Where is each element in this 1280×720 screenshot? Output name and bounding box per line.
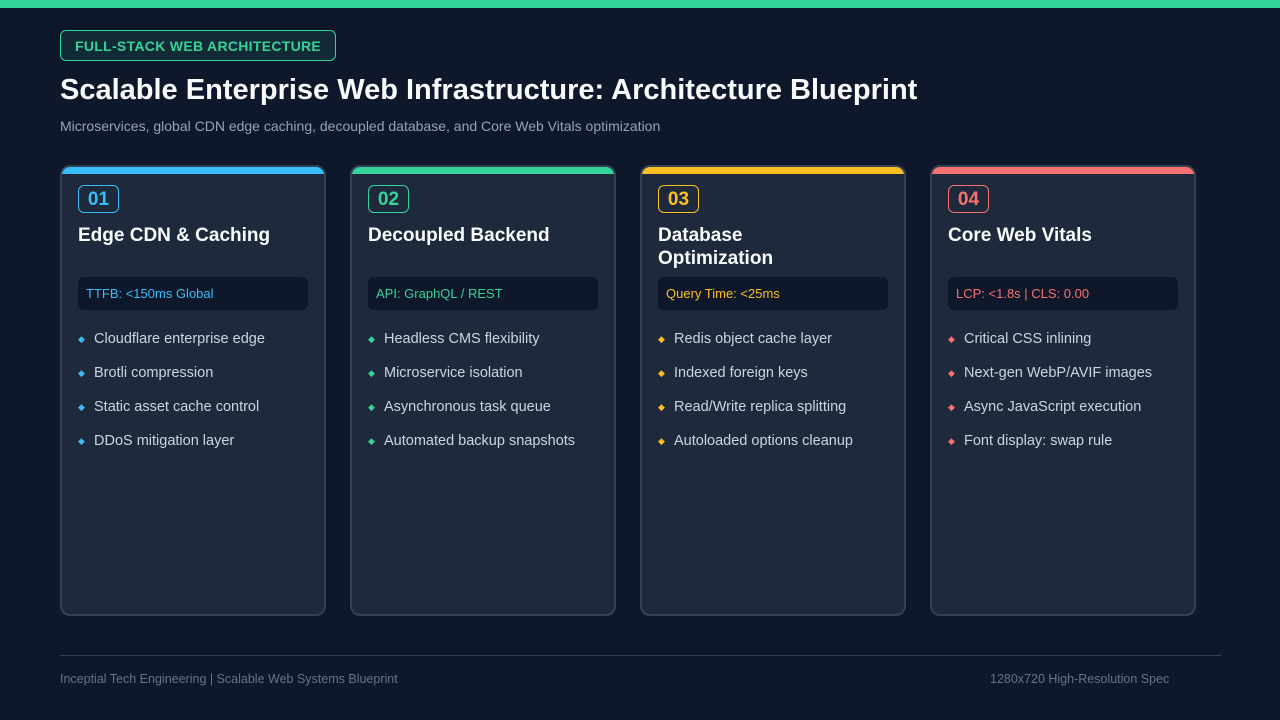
footer-divider bbox=[60, 655, 1221, 656]
card-number-badge: 02 bbox=[368, 185, 409, 213]
list-item: ◆ Headless CMS flexibility bbox=[368, 322, 575, 356]
card-feature-list: ◆ Headless CMS flexibility ◆ Microservice … bbox=[368, 322, 575, 458]
card-metric-badge: API: GraphQL / REST bbox=[368, 277, 598, 310]
card-feature-list: ◆ Critical CSS inlining ◆ Next-gen WebP/AV… bbox=[948, 322, 1152, 458]
list-item-label: DDoS mitigation layer bbox=[94, 433, 235, 449]
card-accent-bar bbox=[932, 167, 1194, 174]
page-subtitle: Microservices, global CDN edge caching, … bbox=[60, 118, 661, 134]
list-item: ◆ Read/Write replica splitting bbox=[658, 390, 853, 424]
list-item-label: Indexed foreign keys bbox=[674, 365, 808, 381]
list-item-label: Microservice isolation bbox=[384, 365, 523, 381]
card-database-optimization: 03 Database Optimization Query Time: <25… bbox=[640, 165, 906, 616]
diamond-bullet-icon: ◆ bbox=[368, 401, 375, 412]
diamond-bullet-icon: ◆ bbox=[658, 401, 665, 412]
diamond-bullet-icon: ◆ bbox=[948, 401, 955, 412]
list-item-label: Cloudflare enterprise edge bbox=[94, 331, 265, 347]
diamond-bullet-icon: ◆ bbox=[658, 435, 665, 446]
list-item: ◆ Static asset cache control bbox=[78, 390, 265, 424]
diamond-bullet-icon: ◆ bbox=[658, 333, 665, 344]
diamond-bullet-icon: ◆ bbox=[78, 435, 85, 446]
list-item-label: Async JavaScript execution bbox=[964, 399, 1142, 415]
list-item: ◆ Redis object cache layer bbox=[658, 322, 853, 356]
footer-spec: 1280x720 High-Resolution Spec bbox=[990, 672, 1170, 686]
card-accent-bar bbox=[62, 167, 324, 174]
diamond-bullet-icon: ◆ bbox=[658, 367, 665, 378]
card-accent-bar bbox=[642, 167, 904, 174]
card-feature-list: ◆ Cloudflare enterprise edge ◆ Brotli comp… bbox=[78, 322, 265, 458]
list-item: ◆ Next-gen WebP/AVIF images bbox=[948, 356, 1152, 390]
top-accent-bar bbox=[0, 0, 1280, 8]
card-title: Core Web Vitals bbox=[948, 225, 1092, 246]
card-accent-bar bbox=[352, 167, 614, 174]
card-number-badge: 01 bbox=[78, 185, 119, 213]
list-item: ◆ Automated backup snapshots bbox=[368, 424, 575, 458]
card-title: Decoupled Backend bbox=[368, 225, 550, 246]
list-item: ◆ Autoloaded options cleanup bbox=[658, 424, 853, 458]
card-metric-badge: TTFB: <150ms Global bbox=[78, 277, 308, 310]
list-item: ◆ Async JavaScript execution bbox=[948, 390, 1152, 424]
list-item: ◆ Indexed foreign keys bbox=[658, 356, 853, 390]
diamond-bullet-icon: ◆ bbox=[78, 367, 85, 378]
list-item: ◆ DDoS mitigation layer bbox=[78, 424, 265, 458]
list-item-label: Read/Write replica splitting bbox=[674, 399, 847, 415]
diamond-bullet-icon: ◆ bbox=[368, 367, 375, 378]
list-item: ◆ Microservice isolation bbox=[368, 356, 575, 390]
list-item-label: Asynchronous task queue bbox=[384, 399, 551, 415]
card-number-badge: 04 bbox=[948, 185, 989, 213]
card-metric-badge: LCP: <1.8s | CLS: 0.00 bbox=[948, 277, 1178, 310]
list-item: ◆ Asynchronous task queue bbox=[368, 390, 575, 424]
list-item: ◆ Critical CSS inlining bbox=[948, 322, 1152, 356]
list-item: ◆ Font display: swap rule bbox=[948, 424, 1152, 458]
list-item-label: Static asset cache control bbox=[94, 399, 260, 415]
diamond-bullet-icon: ◆ bbox=[948, 435, 955, 446]
list-item-label: Autoloaded options cleanup bbox=[674, 433, 853, 449]
footer-credit: Inceptial Tech Engineering | Scalable We… bbox=[60, 672, 398, 686]
list-item-label: Redis object cache layer bbox=[674, 331, 832, 347]
page-title: Scalable Enterprise Web Infrastructure: … bbox=[60, 74, 918, 106]
card-core-web-vitals: 04 Core Web Vitals LCP: <1.8s | CLS: 0.0… bbox=[930, 165, 1196, 616]
card-decoupled-backend: 02 Decoupled Backend API: GraphQL / REST… bbox=[350, 165, 616, 616]
list-item-label: Automated backup snapshots bbox=[384, 433, 576, 449]
list-item-label: Font display: swap rule bbox=[964, 433, 1113, 449]
category-tag: FULL-STACK WEB ARCHITECTURE bbox=[60, 30, 337, 61]
list-item: ◆ Brotli compression bbox=[78, 356, 265, 390]
card-feature-list: ◆ Redis object cache layer ◆ Indexed forei… bbox=[658, 322, 853, 458]
diamond-bullet-icon: ◆ bbox=[78, 401, 85, 412]
diamond-bullet-icon: ◆ bbox=[368, 435, 375, 446]
list-item-label: Brotli compression bbox=[94, 365, 214, 381]
list-item-label: Next-gen WebP/AVIF images bbox=[964, 365, 1153, 381]
list-item-label: Critical CSS inlining bbox=[964, 331, 1092, 347]
diamond-bullet-icon: ◆ bbox=[368, 333, 375, 344]
card-metric-badge: Query Time: <25ms bbox=[658, 277, 888, 310]
card-title: Database Optimization bbox=[658, 225, 774, 269]
card-title: Edge CDN & Caching bbox=[78, 225, 271, 246]
card-number-badge: 03 bbox=[658, 185, 699, 213]
list-item-label: Headless CMS flexibility bbox=[384, 331, 540, 347]
list-item: ◆ Cloudflare enterprise edge bbox=[78, 322, 265, 356]
card-edge-cdn: 01 Edge CDN & Caching TTFB: <150ms Globa… bbox=[60, 165, 326, 616]
diamond-bullet-icon: ◆ bbox=[948, 333, 955, 344]
diamond-bullet-icon: ◆ bbox=[78, 333, 85, 344]
diamond-bullet-icon: ◆ bbox=[948, 367, 955, 378]
